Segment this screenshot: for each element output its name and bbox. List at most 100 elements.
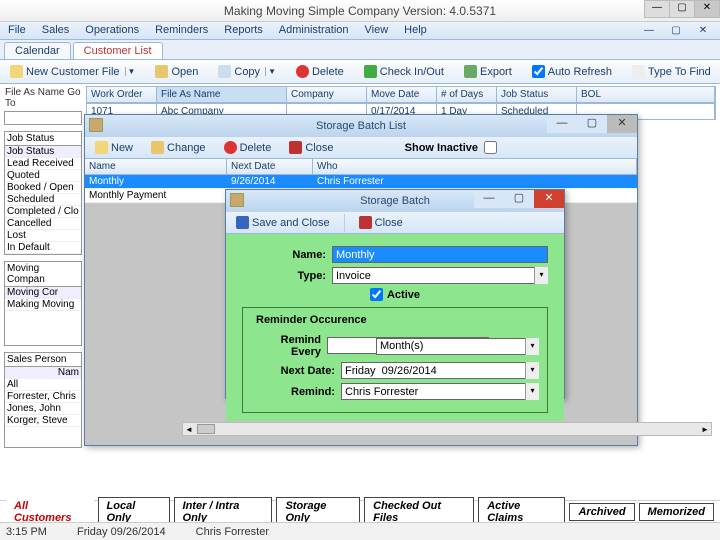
- statusbar: 3:15 PM Friday 09/26/2014 Chris Forreste…: [0, 522, 720, 540]
- copy-icon: [218, 65, 231, 78]
- job-status-panel: Job Status Job Status Lead Received Quot…: [4, 131, 82, 255]
- list-item[interactable]: Completed / Clo: [5, 206, 81, 218]
- export-button[interactable]: Export: [458, 62, 518, 81]
- autorefresh-checkbox[interactable]: [532, 65, 545, 78]
- list-item[interactable]: Korger, Steve: [5, 415, 81, 427]
- minimize-button[interactable]: —: [644, 0, 670, 18]
- menubar: File Sales Operations Reminders Reports …: [0, 22, 720, 40]
- tab-customer-list[interactable]: Customer List: [73, 42, 163, 59]
- sb-maximize-button[interactable]: ▢: [504, 190, 534, 208]
- sb-close-button[interactable]: ✕: [534, 190, 564, 208]
- status-user: Chris Forrester: [196, 526, 269, 538]
- find-icon: [632, 65, 645, 78]
- close-button[interactable]: ✕: [694, 0, 720, 18]
- maximize-button[interactable]: ▢: [669, 0, 695, 18]
- menu-reports[interactable]: Reports: [220, 24, 267, 37]
- autorefresh-toggle[interactable]: Auto Refresh: [526, 62, 618, 81]
- list-item[interactable]: All: [5, 379, 81, 391]
- window-title: Storage Batch: [360, 195, 430, 207]
- delete-icon: [296, 65, 309, 78]
- menu-help[interactable]: Help: [400, 24, 431, 37]
- window-icon: [89, 118, 103, 132]
- sales-person-panel: Sales Person Nam All Forrester, Chris Jo…: [4, 352, 82, 448]
- delete-button[interactable]: Delete: [290, 62, 350, 81]
- sbl-new-button[interactable]: New: [89, 138, 139, 157]
- close-icon: [359, 216, 372, 229]
- chevron-down-icon[interactable]: ▾: [525, 362, 539, 379]
- active-checkbox[interactable]: [370, 288, 383, 301]
- menu-operations[interactable]: Operations: [81, 24, 143, 37]
- menu-administration[interactable]: Administration: [275, 24, 353, 37]
- open-button[interactable]: Open: [149, 62, 204, 81]
- chevron-down-icon[interactable]: ▾: [525, 383, 539, 400]
- storage-batch-window: Storage Batch — ▢ ✕ Save and Close Close…: [225, 189, 565, 399]
- close-icon: [289, 141, 302, 154]
- show-inactive-checkbox[interactable]: [484, 141, 497, 154]
- sbl-close-button[interactable]: ✕: [607, 115, 637, 133]
- table-row[interactable]: Monthly 9/26/2014 Chris Forrester: [85, 175, 637, 189]
- app-title: Making Moving Simple Company Version: 4.…: [224, 4, 496, 18]
- chevron-down-icon[interactable]: ▾: [534, 267, 548, 284]
- type-select[interactable]: [332, 267, 534, 284]
- moving-company-panel: Moving Compan Moving Cor Making Moving: [4, 261, 82, 346]
- list-item[interactable]: Scheduled: [5, 194, 81, 206]
- list-item[interactable]: Jones, John: [5, 403, 81, 415]
- list-item[interactable]: Booked / Open: [5, 182, 81, 194]
- file-as-label: File As Name Go To: [4, 86, 82, 110]
- list-item[interactable]: Making Moving: [5, 299, 81, 311]
- list-item[interactable]: Cancelled: [5, 218, 81, 230]
- folder-icon: [155, 65, 168, 78]
- remind-select[interactable]: [341, 383, 525, 400]
- sbl-change-button[interactable]: Change: [145, 138, 212, 157]
- remind-unit-select[interactable]: [376, 338, 525, 355]
- titlebar: Making Moving Simple Company Version: 4.…: [0, 0, 720, 22]
- toolbar: New Customer File▼ Open Copy▼ Delete Che…: [0, 60, 720, 84]
- save-icon: [236, 216, 249, 229]
- file-as-input[interactable]: [4, 111, 82, 125]
- list-item[interactable]: In Default: [5, 242, 81, 254]
- next-date-input[interactable]: [341, 362, 525, 379]
- show-inactive-label: Show Inactive: [405, 142, 478, 154]
- tab-strip: Calendar Customer List: [0, 40, 720, 60]
- type-to-find-button[interactable]: Type To Find: [626, 62, 717, 81]
- main-area: File As Name Go To Job Status Job Status…: [0, 84, 720, 476]
- sb-close-tool-button[interactable]: Close: [353, 213, 409, 232]
- chevron-down-icon[interactable]: ▾: [525, 338, 539, 355]
- sb-minimize-button[interactable]: —: [474, 190, 504, 208]
- check-button[interactable]: Check In/Out: [358, 62, 450, 81]
- window-title: Storage Batch List: [316, 120, 406, 132]
- name-input[interactable]: [332, 246, 548, 263]
- job-status-title: Job Status: [5, 132, 81, 146]
- delete-icon: [224, 141, 237, 154]
- mdi-close-icon[interactable]: ✕: [690, 24, 716, 42]
- menu-view[interactable]: View: [361, 24, 393, 37]
- export-icon: [464, 65, 477, 78]
- ftab-archived[interactable]: Archived: [569, 503, 634, 521]
- save-and-close-button[interactable]: Save and Close: [230, 213, 336, 232]
- sbl-close-tool-button[interactable]: Close: [283, 138, 339, 157]
- status-date: Friday 09/26/2014: [77, 526, 166, 538]
- new-icon: [95, 141, 108, 154]
- tab-calendar[interactable]: Calendar: [4, 42, 71, 59]
- customer-grid: Work Order File As Name Company Move Dat…: [86, 86, 716, 116]
- check-icon: [364, 65, 377, 78]
- horizontal-scrollbar[interactable]: ◄ ►: [182, 422, 712, 436]
- mdi-max-icon[interactable]: ▢: [663, 24, 689, 42]
- list-item[interactable]: Lost: [5, 230, 81, 242]
- new-customer-button[interactable]: New Customer File▼: [4, 62, 141, 81]
- menu-reminders[interactable]: Reminders: [151, 24, 212, 37]
- sbl-maximize-button[interactable]: ▢: [577, 115, 607, 133]
- window-icon: [230, 193, 244, 207]
- copy-button[interactable]: Copy▼: [212, 62, 282, 81]
- list-item[interactable]: Lead Received: [5, 158, 81, 170]
- mdi-min-icon[interactable]: —: [636, 24, 662, 42]
- sbl-minimize-button[interactable]: —: [547, 115, 577, 133]
- menu-sales[interactable]: Sales: [38, 24, 74, 37]
- menu-file[interactable]: File: [4, 24, 30, 37]
- edit-icon: [151, 141, 164, 154]
- footer-tabs: All Customers Local Only Inter / Intra O…: [0, 500, 720, 522]
- sbl-delete-button[interactable]: Delete: [218, 138, 278, 157]
- ftab-memorized[interactable]: Memorized: [639, 503, 714, 521]
- list-item[interactable]: Forrester, Chris: [5, 391, 81, 403]
- list-item[interactable]: Quoted: [5, 170, 81, 182]
